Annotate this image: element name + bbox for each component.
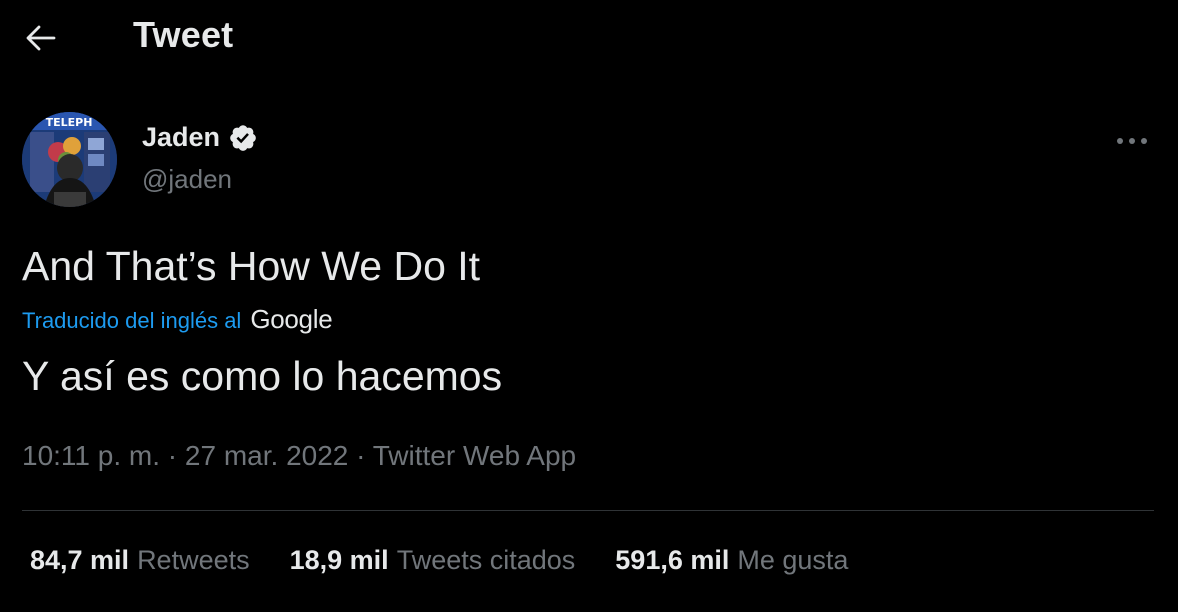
user-handle[interactable]: @jaden bbox=[142, 164, 232, 195]
likes-stat[interactable]: 591,6 mil Me gusta bbox=[615, 545, 848, 576]
stat-label: Me gusta bbox=[737, 545, 849, 575]
stat-value: 84,7 mil bbox=[30, 545, 130, 575]
avatar-image: TELEPH bbox=[22, 112, 117, 207]
ellipsis-icon bbox=[1117, 138, 1147, 144]
back-button[interactable] bbox=[20, 17, 62, 59]
meta-separator: · bbox=[160, 440, 185, 471]
tweet-stats: 84,7 mil Retweets 18,9 mil Tweets citado… bbox=[30, 545, 888, 576]
quote-tweets-stat[interactable]: 18,9 mil Tweets citados bbox=[290, 545, 576, 576]
stat-label: Retweets bbox=[137, 545, 250, 575]
tweet-metadata: 10:11 p. m. · 27 mar. 2022 · Twitter Web… bbox=[22, 440, 576, 472]
translated-from-link[interactable]: Traducido del inglés al bbox=[22, 308, 241, 334]
retweets-stat[interactable]: 84,7 mil Retweets bbox=[30, 545, 250, 576]
translation-attribution: Traducido del inglés al Google bbox=[22, 304, 333, 335]
tweet-page: Tweet TELEPH Jaden @jaden And That’s How… bbox=[0, 0, 1178, 612]
divider bbox=[22, 510, 1154, 511]
google-logo: Google bbox=[250, 304, 333, 334]
meta-separator: · bbox=[348, 440, 373, 471]
avatar[interactable]: TELEPH bbox=[22, 112, 117, 207]
verified-badge-icon bbox=[230, 124, 256, 151]
display-name[interactable]: Jaden bbox=[142, 122, 220, 153]
stat-value: 18,9 mil bbox=[289, 545, 389, 575]
tweet-author: TELEPH Jaden @jaden bbox=[22, 112, 1158, 212]
tweet-text: And That’s How We Do It bbox=[22, 243, 481, 289]
arrow-left-icon bbox=[26, 25, 56, 51]
tweet-source[interactable]: Twitter Web App bbox=[373, 440, 576, 471]
display-name-row[interactable]: Jaden bbox=[142, 122, 258, 153]
stat-label: Tweets citados bbox=[396, 545, 576, 575]
more-options-button[interactable] bbox=[1112, 126, 1152, 156]
tweet-date[interactable]: 27 mar. 2022 bbox=[185, 440, 348, 471]
stat-value: 591,6 mil bbox=[615, 545, 730, 575]
header: Tweet bbox=[0, 0, 1178, 74]
tweet-time[interactable]: 10:11 p. m. bbox=[22, 440, 160, 471]
avatar-sign-text: TELEPH bbox=[46, 116, 93, 129]
translated-tweet-text: Y así es como lo hacemos bbox=[22, 353, 503, 399]
page-title: Tweet bbox=[133, 14, 234, 55]
